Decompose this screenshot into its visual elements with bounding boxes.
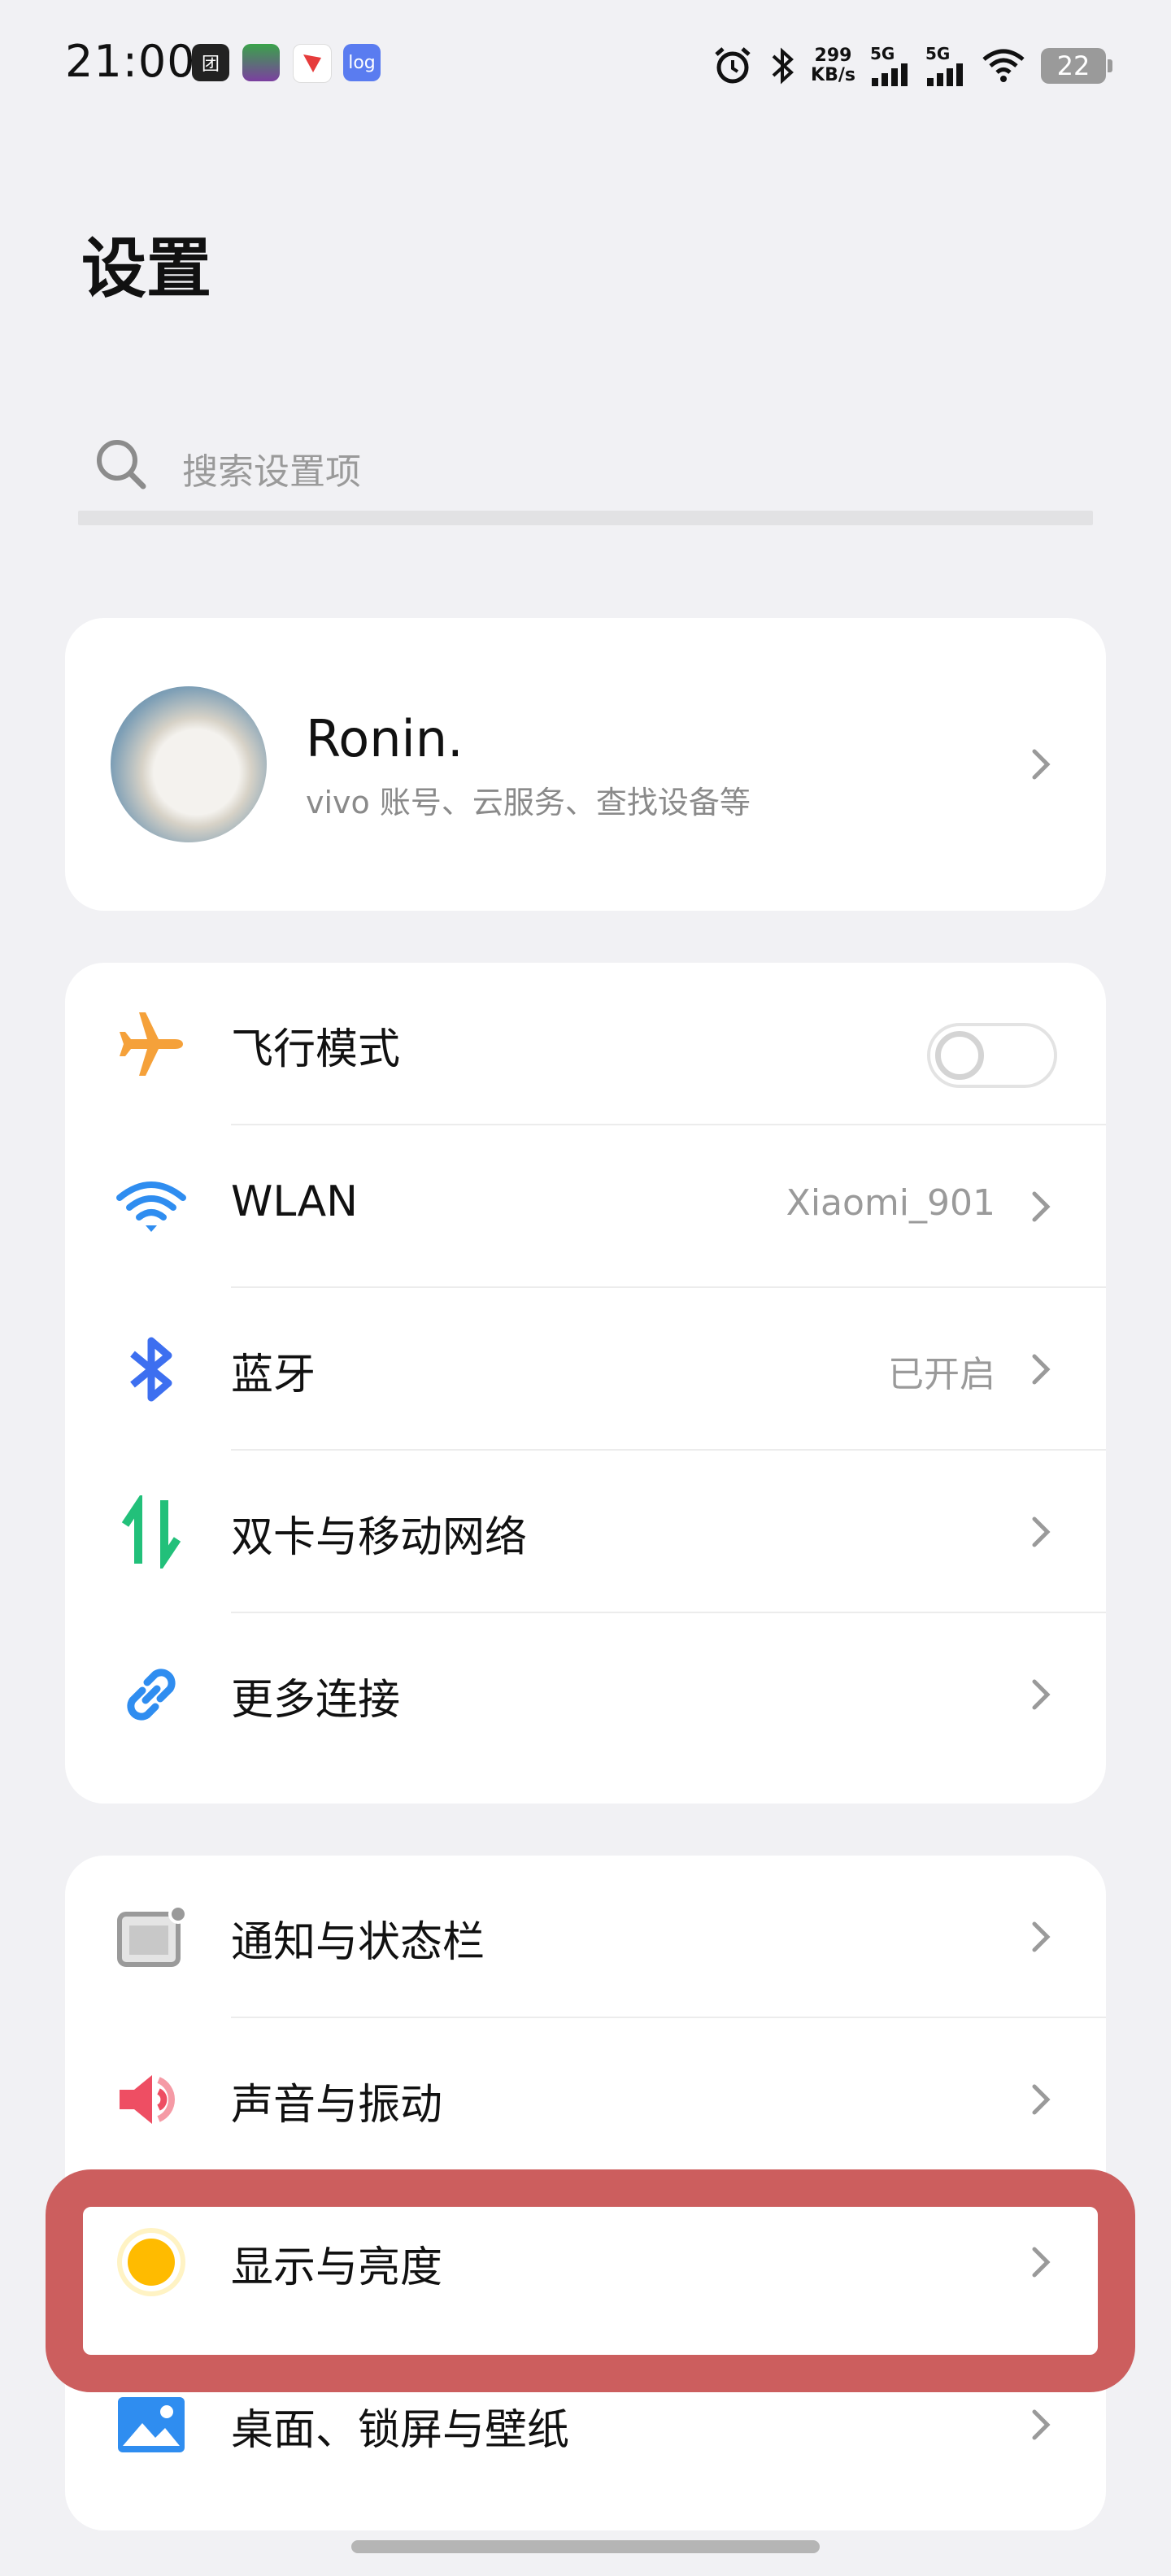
account-card[interactable]: Ronin. vivo 账号、云服务、查找设备等: [65, 618, 1106, 911]
avatar: [111, 686, 267, 842]
notification-icon: [111, 1896, 192, 1978]
app-notification-icon: 团: [192, 44, 229, 81]
row-label: 更多连接: [231, 1676, 401, 1725]
wlan-row[interactable]: WLAN Xiaomi_901: [65, 1125, 1106, 1288]
chevron-right-icon: [1032, 1516, 1051, 1547]
link-icon: [111, 1654, 192, 1735]
wifi-icon: [982, 49, 1025, 82]
signal-icon: 5G: [925, 46, 966, 86]
sound-icon: [111, 2059, 192, 2140]
connectivity-card: 飞行模式 WLAN Xiaomi_901 蓝牙 已开启 双卡与移动网络 更多连接: [65, 963, 1106, 1804]
mobile-data-icon: [111, 1491, 192, 1573]
search-icon: [97, 440, 146, 490]
wifi-icon: [111, 1166, 192, 1247]
system-card: 通知与状态栏 声音与振动 显示与亮度 桌面、锁屏与壁纸: [65, 1856, 1106, 2530]
chevron-right-icon: [1032, 2247, 1051, 2278]
search-underline: [78, 511, 1093, 525]
bluetooth-icon: [772, 47, 794, 85]
sound-row[interactable]: 声音与振动: [65, 2018, 1106, 2181]
toggle-knob: [935, 1031, 984, 1080]
row-label: 飞行模式: [231, 1025, 401, 1074]
chevron-right-icon: [1032, 1921, 1051, 1952]
row-label: 显示与亮度: [231, 2243, 443, 2292]
row-label: 双卡与移动网络: [231, 1513, 528, 1562]
status-bar: 21:00 团 log 299 KB/s 5G 5G 22: [0, 0, 1171, 130]
app-notification-icon: [242, 44, 280, 81]
row-label: WLAN: [231, 1177, 359, 1226]
app-notification-icon: log: [343, 44, 381, 81]
chevron-right-icon: [1032, 2409, 1051, 2440]
chevron-right-icon: [1032, 1191, 1051, 1222]
airplane-mode-toggle[interactable]: [927, 1023, 1057, 1088]
bluetooth-icon: [111, 1329, 192, 1410]
airplane-mode-row[interactable]: 飞行模式: [65, 963, 1106, 1125]
wallpaper-icon: [111, 2384, 192, 2465]
profile-subtitle: vivo 账号、云服务、查找设备等: [306, 785, 751, 820]
home-indicator[interactable]: [351, 2540, 820, 2553]
chevron-right-icon: [1032, 749, 1051, 780]
display-brightness-row[interactable]: 显示与亮度: [65, 2181, 1106, 2343]
chevron-right-icon: [1032, 1354, 1051, 1385]
bluetooth-status: 已开启: [888, 1354, 995, 1395]
airplane-icon: [111, 1003, 192, 1085]
row-label: 通知与状态栏: [231, 1918, 485, 1967]
search-bar[interactable]: 搜索设置项: [78, 407, 1093, 525]
chevron-right-icon: [1032, 2084, 1051, 2115]
row-label: 声音与振动: [231, 2081, 443, 2130]
alarm-icon: [715, 47, 751, 84]
net-speed: 299 KB/s: [811, 46, 855, 85]
profile-name: Ronin.: [306, 709, 464, 768]
status-time: 21:00: [65, 36, 196, 87]
row-label: 蓝牙: [231, 1351, 316, 1399]
more-connections-row[interactable]: 更多连接: [65, 1613, 1106, 1776]
wlan-network-name: Xiaomi_901: [786, 1182, 995, 1224]
bluetooth-row[interactable]: 蓝牙 已开启: [65, 1288, 1106, 1451]
wallpaper-row[interactable]: 桌面、锁屏与壁纸: [65, 2343, 1106, 2506]
app-notification-icon: [293, 44, 332, 83]
page-title: 设置: [81, 231, 211, 307]
chevron-right-icon: [1032, 1679, 1051, 1710]
search-placeholder: 搜索设置项: [182, 451, 361, 493]
signal-icon: 5G: [870, 46, 911, 86]
brightness-icon: [111, 2221, 192, 2303]
battery-icon: 22: [1041, 48, 1112, 84]
notification-row[interactable]: 通知与状态栏: [65, 1856, 1106, 2018]
row-label: 桌面、锁屏与壁纸: [231, 2406, 570, 2455]
mobile-network-row[interactable]: 双卡与移动网络: [65, 1451, 1106, 1613]
